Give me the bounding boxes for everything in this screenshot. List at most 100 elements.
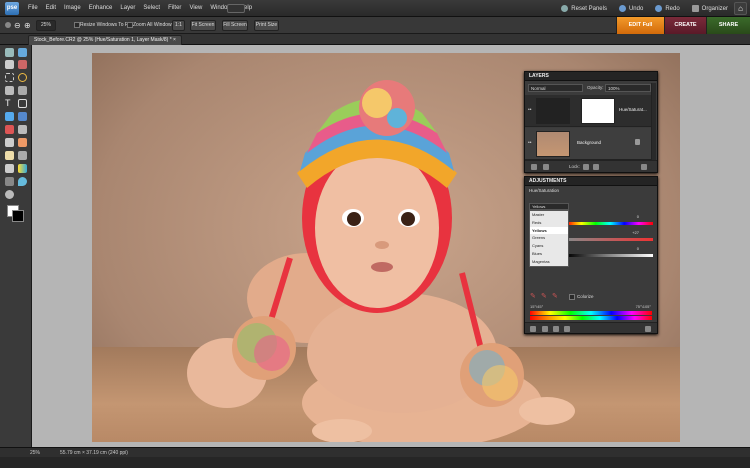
status-bar: 25% 55.79 cm × 37.19 cm (240 ppi) [0, 447, 750, 457]
magic-wand-tool-icon[interactable] [5, 86, 14, 95]
adjustments-footer [525, 322, 657, 333]
menu-enhance[interactable]: Enhance [85, 0, 117, 17]
eyedropper-minus-icon[interactable]: ✎ [552, 292, 558, 300]
lock-transparent-icon[interactable] [583, 164, 589, 170]
back-arrow-icon[interactable] [530, 326, 536, 332]
color-range-select[interactable]: Yellows [529, 203, 569, 210]
new-layer-icon[interactable] [531, 164, 537, 170]
lasso-tool-icon[interactable] [18, 73, 27, 82]
home-icon[interactable]: ⌂ [734, 2, 747, 15]
share-tab[interactable]: SHARE [706, 17, 750, 34]
background-color-swatch[interactable] [12, 210, 24, 222]
zoom-out-icon[interactable]: ⊖ [14, 20, 21, 31]
reset-panels-button[interactable]: Reset Panels [555, 5, 613, 12]
clone-stamp-tool-icon[interactable] [5, 138, 14, 147]
organizer-icon [691, 5, 699, 12]
background-layer-thumbnail [536, 131, 570, 157]
colorize-checkbox[interactable] [569, 294, 575, 300]
print-size-button[interactable]: Print Size [254, 20, 279, 31]
adjustment-type-label: Hue/Saturation [529, 188, 560, 193]
fill-screen-button[interactable]: Fill Screen [222, 20, 248, 31]
eraser-tool-icon[interactable] [18, 138, 27, 147]
visibility-eye-icon[interactable]: •• [528, 107, 532, 113]
move-tool-icon[interactable] [5, 48, 14, 57]
range-option-selected[interactable]: Yellows [530, 226, 568, 235]
range-option[interactable]: Blues [530, 250, 568, 258]
opacity-field[interactable]: 100% [605, 84, 651, 92]
healing-brush-tool-icon[interactable] [18, 125, 27, 134]
reset-adjustment-icon[interactable] [564, 326, 570, 332]
lock-icon [635, 139, 640, 145]
adjustment-layer-thumbnail [536, 98, 570, 124]
range-option[interactable]: Master [530, 211, 568, 219]
crop-tool-icon[interactable] [18, 99, 27, 108]
hue-slider[interactable] [567, 222, 653, 225]
lightness-value[interactable]: 0 [625, 246, 639, 251]
trash-icon[interactable] [641, 164, 647, 170]
lock-all-icon[interactable] [593, 164, 599, 170]
zoom-in-icon[interactable]: ⊕ [24, 20, 31, 31]
zoom-field[interactable]: 25% [36, 20, 56, 31]
type-tool-icon[interactable]: T [5, 99, 14, 108]
eyedropper-plus-icon[interactable]: ✎ [541, 292, 547, 300]
brush-tool-icon[interactable] [5, 151, 14, 160]
actual-pixels-button[interactable]: 1:1 [172, 20, 185, 31]
saturation-slider[interactable] [567, 238, 653, 241]
blend-mode-select[interactable]: Normal [528, 84, 583, 92]
clip-icon[interactable] [542, 326, 548, 332]
undo-button[interactable]: Undo [613, 5, 649, 12]
redo-button[interactable]: Redo [649, 5, 685, 12]
cookie-cutter-tool-icon[interactable] [5, 112, 14, 121]
document-tab-title: Stock_Before.CR2 @ 25% (Hue/Saturation 1… [34, 37, 172, 43]
trash-icon[interactable] [645, 326, 651, 332]
blur-tool-icon[interactable] [18, 177, 27, 186]
organizer-button[interactable]: Organizer [686, 5, 734, 12]
range-option[interactable]: Magentas [530, 258, 568, 266]
menu-layer[interactable]: Layer [116, 0, 139, 17]
arrange-documents-button[interactable] [227, 4, 245, 13]
menu-view[interactable]: View [185, 0, 206, 17]
eyedropper-tool-icon[interactable] [18, 60, 27, 69]
mode-tabs: EDIT Full CREATE SHARE [616, 17, 750, 34]
lightness-slider[interactable] [567, 254, 653, 257]
gradient-tool-icon[interactable] [18, 164, 27, 173]
visibility-eye-icon[interactable]: •• [528, 140, 532, 146]
range-option[interactable]: Reds [530, 219, 568, 227]
smart-brush-tool-icon[interactable] [18, 151, 27, 160]
document-tab[interactable]: Stock_Before.CR2 @ 25% (Hue/Saturation 1… [28, 35, 182, 45]
paint-bucket-tool-icon[interactable] [5, 164, 14, 173]
range-option[interactable]: Cyans [530, 242, 568, 250]
layers-scrollbar[interactable] [651, 83, 656, 169]
quick-selection-tool-icon[interactable] [18, 86, 27, 95]
range-option[interactable]: Greens [530, 234, 568, 242]
menu-filter[interactable]: Filter [164, 0, 185, 17]
eyedropper-icon[interactable]: ✎ [530, 292, 536, 300]
close-tab-icon[interactable]: × [173, 37, 176, 43]
visibility-icon[interactable] [553, 326, 559, 332]
hand-tool-icon[interactable] [5, 60, 14, 69]
layers-panel: LAYERS Normal Opacity: 100% •• Hue/Satur… [524, 71, 658, 173]
document-tab-bar: Stock_Before.CR2 @ 25% (Hue/Saturation 1… [0, 34, 750, 45]
sponge-tool-icon[interactable] [5, 190, 14, 199]
edit-full-tab[interactable]: EDIT Full [616, 17, 664, 34]
zoom-tool-icon[interactable] [18, 48, 27, 57]
hue-value[interactable]: 0 [625, 214, 639, 219]
menu-file[interactable]: File [24, 0, 42, 17]
new-adjustment-icon[interactable] [543, 164, 549, 170]
layer-row[interactable]: •• Hue/Saturat... [525, 95, 651, 127]
fit-screen-button[interactable]: Fit Screen [190, 20, 216, 31]
layer-mask-thumbnail[interactable] [581, 98, 615, 124]
marquee-tool-icon[interactable] [5, 73, 14, 82]
straighten-tool-icon[interactable] [18, 112, 27, 121]
shape-tool-icon[interactable] [5, 177, 14, 186]
menu-select[interactable]: Select [139, 0, 164, 17]
menu-image[interactable]: Image [60, 0, 85, 17]
colorize-label: Colorize [577, 294, 594, 299]
red-eye-tool-icon[interactable] [5, 125, 14, 134]
hue-range-bar-bottom[interactable] [530, 316, 652, 320]
reset-icon [561, 5, 569, 12]
saturation-value[interactable]: +27 [625, 230, 639, 235]
create-tab[interactable]: CREATE [664, 17, 706, 34]
layer-row[interactable]: •• Background [525, 128, 651, 160]
menu-edit[interactable]: Edit [42, 0, 60, 17]
